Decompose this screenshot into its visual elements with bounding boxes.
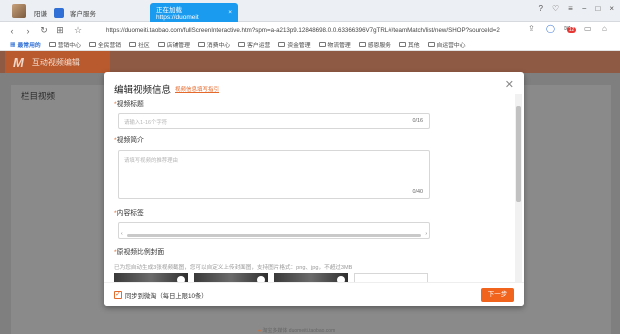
settings-icon[interactable]: ⌂	[602, 24, 607, 33]
brand-bar: M 互动视频编辑	[5, 51, 110, 73]
folder-icon	[318, 42, 326, 47]
video-desc-label: *视频简介	[114, 137, 144, 144]
folder-icon	[88, 42, 96, 47]
video-desc-placeholder: 请填写视频的推荐理由	[124, 158, 178, 164]
video-title-placeholder: 请输入1-16个字符	[124, 120, 168, 126]
guide-link[interactable]: 视频信息填写指引	[175, 85, 219, 93]
apps-icon[interactable]: ⊞	[52, 25, 68, 36]
bookmark-item[interactable]: 资金管理	[278, 40, 311, 49]
footer-hint: ● 淘宝多媒体 duomeiti.taobao.com	[258, 328, 336, 334]
tab-customer-service[interactable]: 客户服务	[64, 3, 102, 22]
url-field[interactable]: https://duomeiti.taobao.com/fullScreenIn…	[106, 25, 526, 36]
app-header: M 互动视频编辑	[0, 51, 620, 73]
window-controls: ? ♡ ≡ − □ ×	[539, 4, 614, 13]
extension-icon[interactable]: ◯	[546, 24, 555, 33]
screenshot-icon[interactable]: ▭	[584, 24, 592, 33]
folder-icon	[278, 42, 286, 47]
tags-scrollbar[interactable]	[127, 234, 421, 237]
brand-logo: M	[13, 54, 24, 70]
bookmarks-bar: ▦ 最常用的 营销中心 全民营销 社区 店铺管理 消费中心 客户运营 资金管理 物…	[0, 39, 620, 51]
star-icon[interactable]: ☆	[70, 25, 86, 36]
close-icon[interactable]: ✕	[505, 78, 514, 91]
video-title-label: *视频标题	[114, 101, 144, 108]
next-button[interactable]: 下一步	[481, 288, 514, 302]
card-title: 栏目视频	[21, 91, 56, 101]
video-title-count: 0/16	[412, 118, 424, 124]
close-tab-icon[interactable]: ×	[228, 9, 232, 16]
maximize-icon[interactable]: □	[595, 4, 600, 13]
cover-label: *原视频比例封面	[114, 249, 165, 256]
video-desc-textarea[interactable]: 请填写视频的推荐理由 0/40	[118, 150, 430, 199]
scroll-right-icon[interactable]: ›	[425, 231, 427, 237]
folder-icon	[427, 42, 435, 47]
folder-icon	[197, 42, 205, 47]
tab-loading[interactable]: 正在加载 https://duomeit ×	[150, 3, 238, 22]
mail-icon[interactable]: ✉12	[564, 24, 577, 33]
reload-icon[interactable]: ↻	[36, 25, 52, 36]
brand-title: 互动视频编辑	[31, 57, 80, 67]
browser-tab-bar: 阳谦 客户服务 正在加载 https://duomeit × ? ♡ ≡ − □…	[0, 0, 620, 22]
content-tags-field[interactable]: ‹ ›	[118, 222, 430, 239]
folder-icon	[48, 42, 56, 47]
address-bar-row: ‹ › ↻ ⊞ ☆ https://duomeiti.taobao.com/fu…	[0, 22, 620, 39]
back-icon[interactable]: ‹	[4, 26, 20, 36]
menu-icon[interactable]: ≡	[568, 4, 573, 13]
modal-title: 编辑视频信息	[114, 85, 172, 96]
modal-scrollbar-thumb[interactable]	[516, 106, 521, 202]
content-tags-label: *内容标签	[114, 210, 144, 217]
bookmark-item[interactable]: 物流管理	[318, 40, 351, 49]
folder-icon	[398, 42, 406, 47]
forward-icon[interactable]: ›	[20, 26, 36, 36]
edit-video-modal: 编辑视频信息 视频信息填写指引 ✕ *视频标题 请输入1-16个字符 0/16 …	[104, 72, 524, 306]
sync-checkbox[interactable]: ✓	[114, 291, 122, 299]
video-title-input[interactable]: 请输入1-16个字符 0/16	[118, 113, 430, 129]
shield-icon[interactable]: ♡	[552, 4, 559, 13]
bookmark-most-used[interactable]: ▦ 最常用的	[10, 40, 41, 50]
folder-icon	[358, 42, 366, 47]
profile-avatar[interactable]	[12, 4, 26, 18]
bookmark-item[interactable]: 客户运营	[238, 40, 270, 49]
bookmark-item[interactable]: 感恩服务	[358, 40, 391, 49]
grid-icon: ▦	[10, 41, 16, 48]
share-icon[interactable]: ⇪	[528, 24, 535, 33]
cover-hint: 已为您自动生成3张视频截图，您可以自定义上传封面图，支持图片格式：png、jpg…	[114, 265, 353, 271]
folder-icon	[157, 42, 165, 47]
help-icon[interactable]: ?	[539, 4, 543, 13]
close-window-icon[interactable]: ×	[609, 4, 614, 13]
sync-checkbox-label: 同步到微淘（每日上限10条）	[125, 293, 208, 300]
bookmark-item[interactable]: 自运营中心	[427, 40, 466, 49]
bookmark-item[interactable]: 营销中心	[48, 40, 81, 49]
bookmark-item[interactable]: 其他	[398, 40, 420, 49]
minimize-icon[interactable]: −	[582, 4, 587, 13]
bookmark-item[interactable]: 消费中心	[197, 40, 230, 49]
bookmark-item[interactable]: 社区	[129, 40, 150, 49]
modal-footer: ✓ 同步到微淘（每日上限10条） 下一步	[104, 282, 524, 306]
bookmark-item[interactable]: 全民营销	[88, 40, 121, 49]
video-desc-count: 0/40	[412, 189, 424, 195]
scroll-left-icon[interactable]: ‹	[121, 231, 123, 237]
folder-icon	[238, 42, 246, 47]
notification-badge: 12	[566, 27, 577, 33]
folder-icon	[129, 42, 137, 47]
bookmark-item[interactable]: 店铺管理	[157, 40, 190, 49]
